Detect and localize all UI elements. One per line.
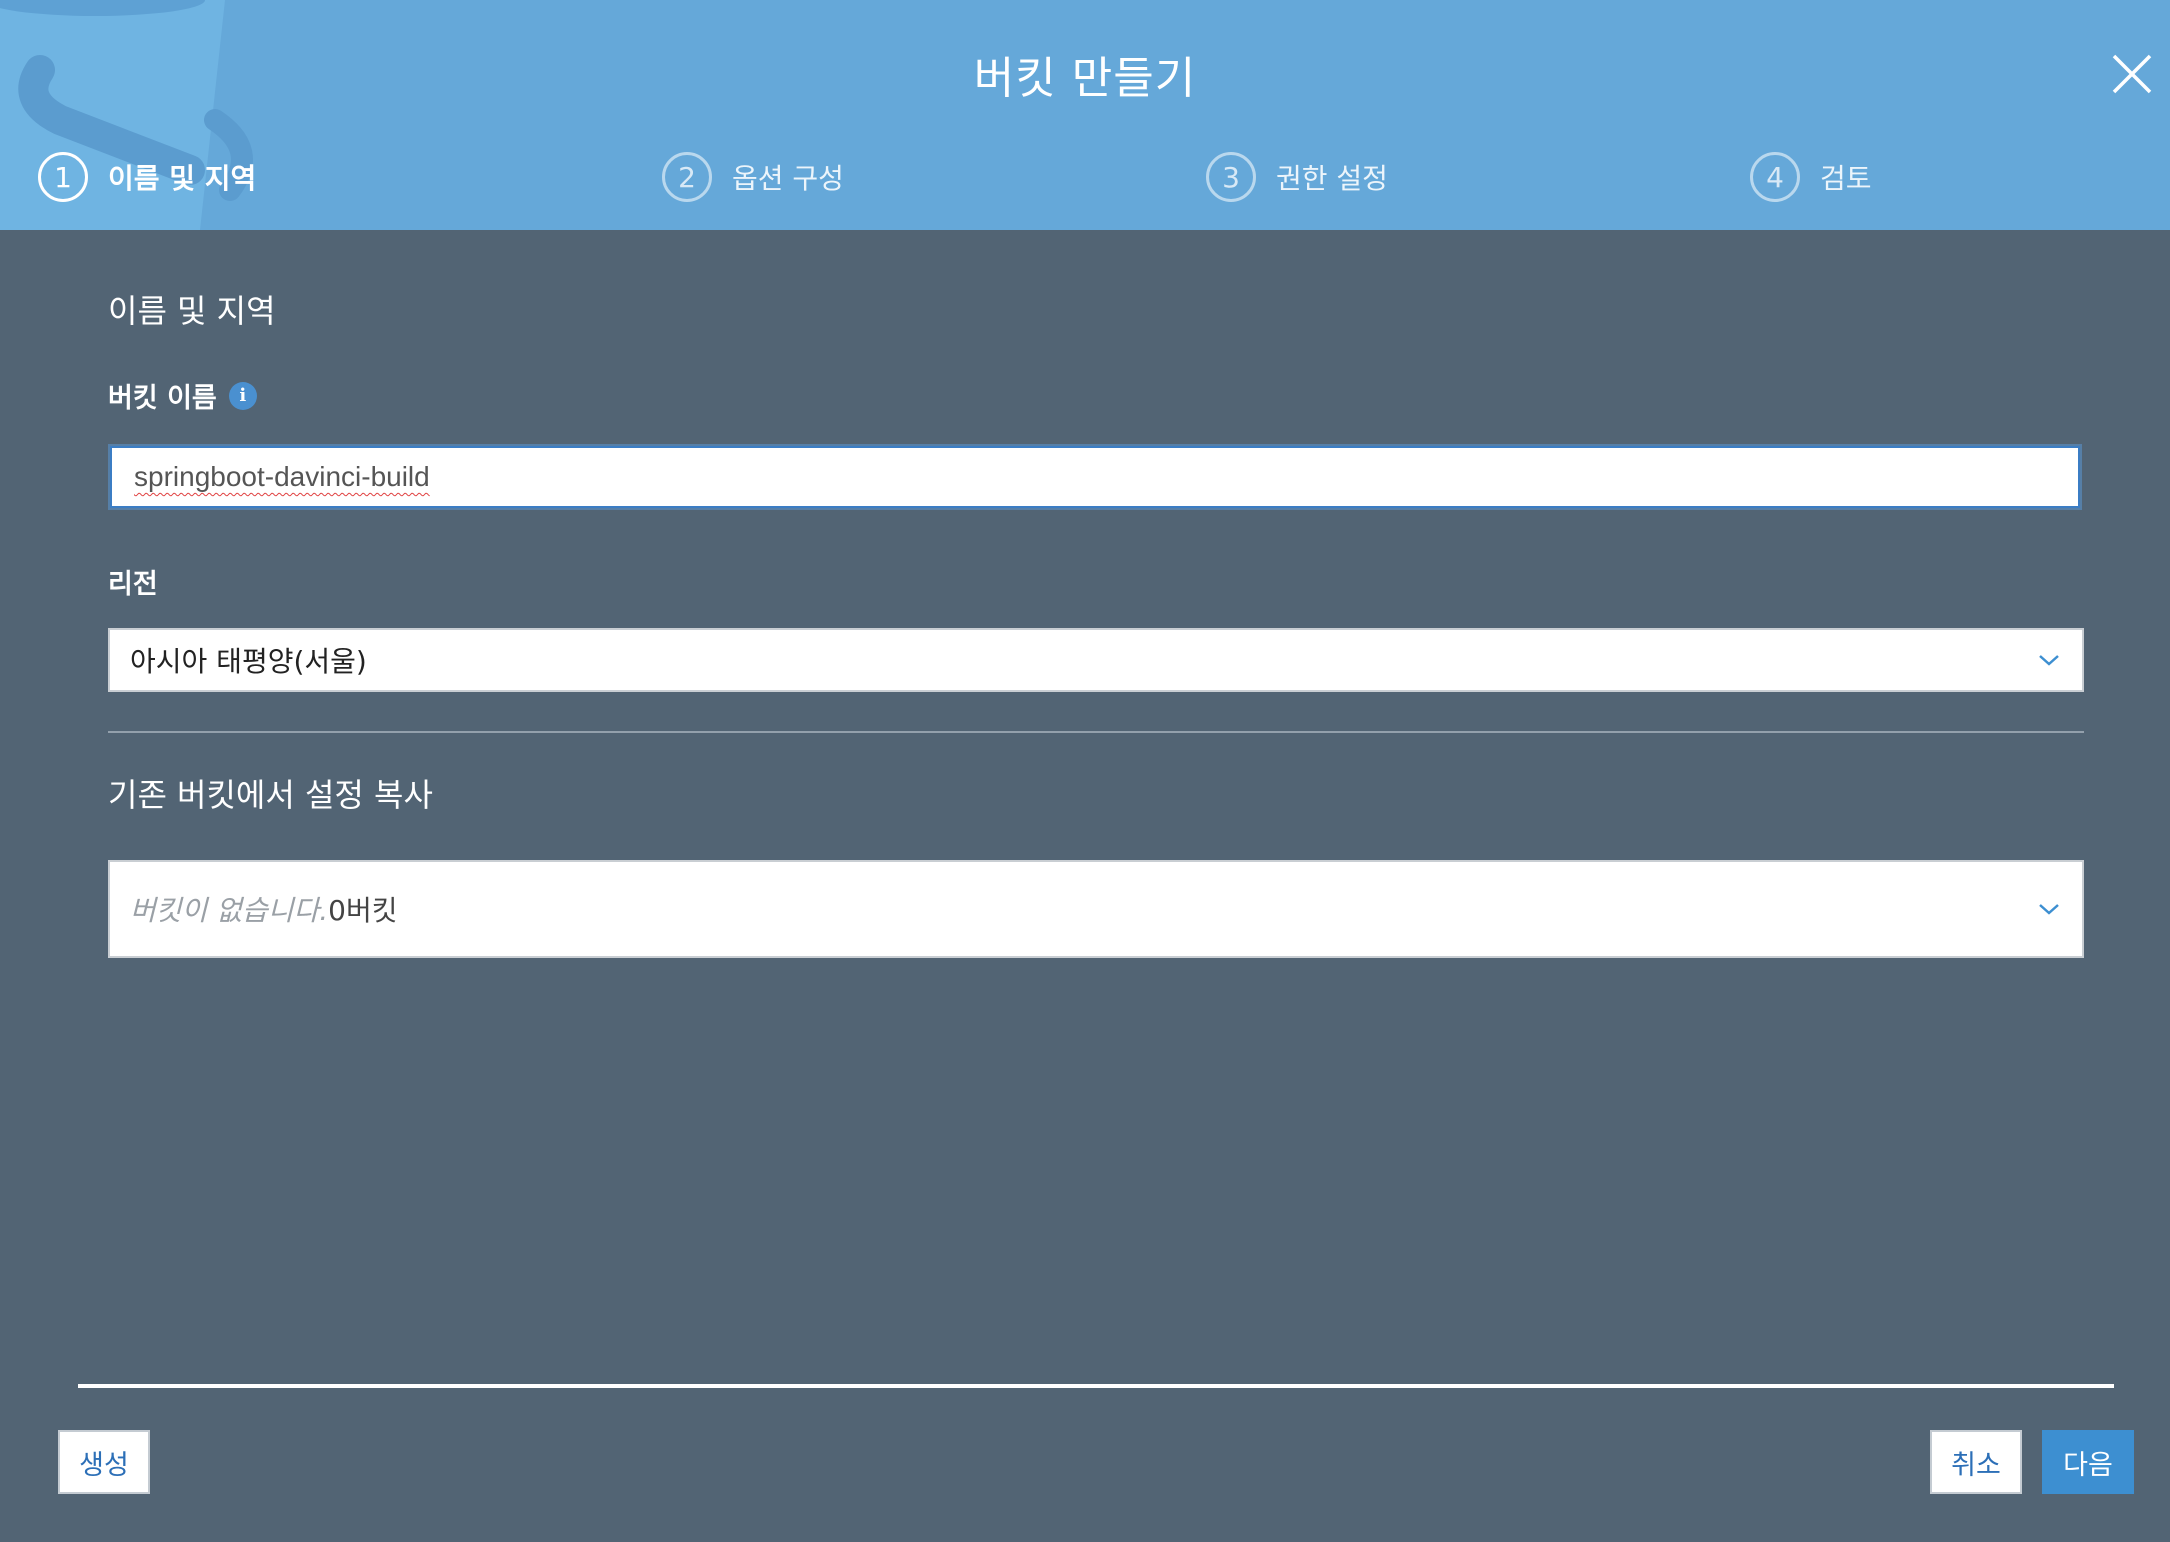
dialog-title: 버킷 만들기 <box>973 53 1197 104</box>
step-set-permissions[interactable]: 3 권한 설정 <box>1206 148 1388 206</box>
step-number: 2 <box>662 152 712 202</box>
close-icon[interactable] <box>2108 50 2156 98</box>
bucket-name-label: 버킷 이름 i <box>108 376 257 415</box>
region-label: 리전 <box>108 569 158 600</box>
step-label: 권한 설정 <box>1276 162 1388 195</box>
step-number: 4 <box>1750 152 1800 202</box>
info-icon[interactable]: i <box>228 381 257 410</box>
region-select[interactable]: 아시아 태평양(서울) <box>108 628 2084 692</box>
section-title-name-region: 이름 및 지역 <box>108 292 276 330</box>
step-label: 옵션 구성 <box>732 162 844 195</box>
chevron-down-icon <box>2039 904 2059 915</box>
section-divider <box>108 731 2084 733</box>
bucket-name-input[interactable]: springboot-davinci-build <box>110 446 2080 508</box>
step-review[interactable]: 4 검토 <box>1750 148 1872 206</box>
chevron-down-icon <box>2039 655 2059 666</box>
step-number: 3 <box>1206 152 1256 202</box>
footer-divider <box>78 1384 2114 1388</box>
copy-settings-title: 기존 버킷에서 설정 복사 <box>108 776 433 814</box>
bucket-count: 0버킷 <box>328 894 398 927</box>
copy-settings-select[interactable]: 버킷이 없습니다. 0버킷 <box>108 860 2084 958</box>
copy-settings-placeholder: 버킷이 없습니다. <box>130 894 329 927</box>
step-label: 검토 <box>1820 162 1872 195</box>
cancel-button[interactable]: 취소 <box>1930 1430 2022 1494</box>
create-button[interactable]: 생성 <box>58 1430 150 1494</box>
wizard-steps: 1 이름 및 지역 2 옵션 구성 3 권한 설정 4 검토 <box>0 148 2170 208</box>
next-button[interactable]: 다음 <box>2042 1430 2134 1494</box>
step-number: 1 <box>38 152 88 202</box>
dialog-header: 버킷 만들기 1 이름 및 지역 2 옵션 구성 3 권한 설정 4 검토 <box>0 0 2170 230</box>
step-configure-options[interactable]: 2 옵션 구성 <box>662 148 844 206</box>
region-selected-value: 아시아 태평양(서울) <box>130 645 367 678</box>
step-label: 이름 및 지역 <box>108 162 257 195</box>
bucket-name-label-text: 버킷 이름 <box>108 383 217 414</box>
step-name-and-region[interactable]: 1 이름 및 지역 <box>38 148 256 206</box>
bucket-name-value: springboot-davinci-build <box>134 461 430 492</box>
